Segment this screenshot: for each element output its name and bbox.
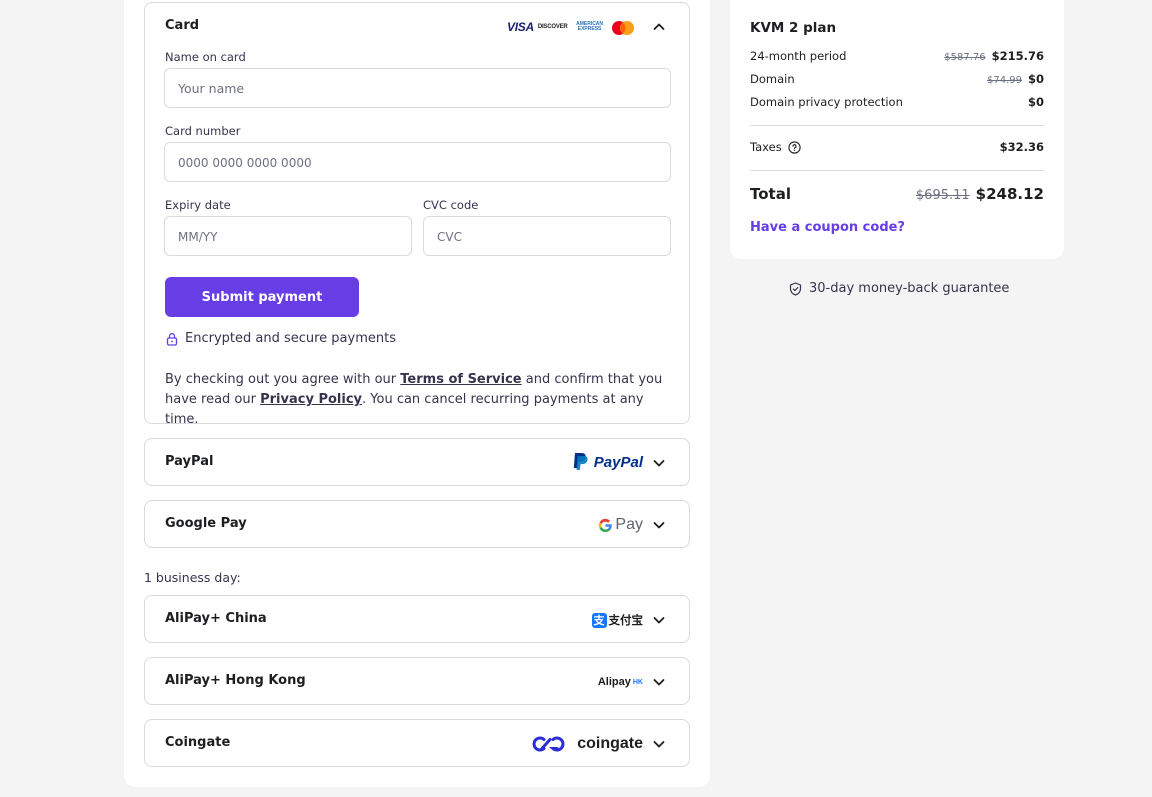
summary-row-domain: Domain $74.99 $0	[750, 72, 1044, 86]
alipay-hk-logo: Alipay HK	[598, 672, 643, 692]
card-payment-section: Card VISA DISCOVER AMERICAN EXPRESS Name…	[144, 2, 690, 427]
card-number-label: Card number	[165, 124, 241, 138]
help-circle-icon[interactable]	[788, 140, 801, 154]
current-price: $0	[1027, 72, 1044, 86]
card-title: Card	[165, 18, 200, 33]
name-on-card-label: Name on card	[165, 50, 246, 64]
total-price: $248.12	[975, 185, 1044, 203]
chevron-down-icon[interactable]	[651, 455, 667, 471]
secure-payments-note: Encrypted and secure payments	[165, 331, 396, 346]
order-summary-panel: KVM 2 plan 24-month period $587.76 $215.7…	[730, 0, 1064, 259]
alipay-china-method[interactable]: AliPay+ China 支 支付宝	[144, 595, 690, 643]
coingate-icon	[532, 736, 565, 752]
summary-row-privacy: Domain privacy protection $0	[750, 95, 1044, 109]
discover-logo: DISCOVER	[537, 24, 568, 30]
coingate-label: Coingate	[165, 735, 231, 750]
expiry-date-label: Expiry date	[165, 198, 231, 212]
summary-row-taxes: Taxes $32.36	[750, 140, 1044, 154]
summary-row-period: 24-month period $587.76 $215.76	[750, 49, 1044, 63]
google-g-icon	[599, 518, 613, 532]
google-pay-method[interactable]: Google Pay Pay	[144, 500, 690, 548]
google-pay-wordmark: Pay	[615, 516, 643, 533]
paypal-wordmark: PayPal	[593, 453, 643, 471]
alipay-hk-suffix: HK	[632, 678, 643, 686]
alipay-hk-label: AliPay+ Hong Kong	[165, 673, 306, 688]
chevron-down-icon[interactable]	[651, 612, 667, 628]
coingate-wordmark: coingate	[577, 735, 643, 752]
shield-check-icon	[789, 281, 802, 296]
taxes-label: Taxes	[750, 140, 782, 154]
alipay-icon: 支	[591, 612, 607, 628]
divider	[750, 125, 1044, 126]
chevron-down-icon[interactable]	[651, 736, 667, 752]
old-price: $74.99	[986, 75, 1022, 86]
summary-row-label: Domain	[750, 72, 795, 86]
summary-row-label: 24-month period	[750, 49, 847, 63]
submit-payment-button[interactable]: Submit payment	[165, 277, 359, 317]
cvc-code-input[interactable]	[423, 216, 671, 256]
chevron-down-icon[interactable]	[651, 674, 667, 690]
card-number-input[interactable]	[164, 142, 671, 182]
google-pay-logo: Pay	[598, 515, 643, 535]
terms-of-service-link[interactable]: Terms of Service	[400, 372, 521, 387]
taxes-value: $32.36	[999, 140, 1044, 154]
alipay-hk-method[interactable]: AliPay+ Hong Kong Alipay HK	[144, 657, 690, 705]
divider	[750, 170, 1044, 171]
business-day-label: 1 business day:	[144, 570, 241, 585]
old-price: $587.76	[944, 52, 986, 63]
alipay-china-label: AliPay+ China	[165, 611, 267, 626]
paypal-method[interactable]: PayPal PayPal	[144, 438, 690, 486]
mastercard-logo	[611, 20, 634, 35]
amex-logo: AMERICAN EXPRESS	[576, 20, 604, 32]
alipay-china-wordmark: 支付宝	[608, 613, 644, 627]
guarantee-text: 30-day money-back guarantee	[809, 281, 1010, 296]
plan-name: KVM 2 plan	[750, 20, 837, 36]
terms-notice: By checking out you agree with our Terms…	[165, 370, 675, 430]
lock-icon	[165, 332, 179, 346]
chevron-up-icon[interactable]	[651, 19, 667, 35]
paypal-logo: PayPal	[572, 452, 643, 472]
alipay-hk-wordmark: Alipay	[597, 676, 631, 688]
coingate-logo: coingate	[531, 734, 643, 754]
terms-text-1: By checking out you agree with our	[165, 372, 401, 387]
summary-total: Total $695.11 $248.12	[750, 185, 1044, 203]
google-pay-label: Google Pay	[165, 516, 247, 531]
paypal-p-icon	[573, 453, 588, 470]
summary-row-label: Domain privacy protection	[750, 95, 903, 109]
coingate-method[interactable]: Coingate coingate	[144, 719, 690, 767]
expiry-date-input[interactable]	[164, 216, 412, 256]
cvc-code-label: CVC code	[423, 198, 479, 212]
money-back-guarantee: 30-day money-back guarantee	[789, 281, 1009, 296]
secure-payments-text: Encrypted and secure payments	[185, 331, 396, 346]
current-price: $215.76	[991, 49, 1044, 63]
card-brand-logos: VISA DISCOVER AMERICAN EXPRESS	[507, 19, 634, 35]
current-price: $0	[1027, 95, 1044, 109]
chevron-down-icon[interactable]	[651, 517, 667, 533]
paypal-label: PayPal	[165, 454, 214, 469]
privacy-policy-link[interactable]: Privacy Policy	[260, 392, 362, 407]
coupon-link[interactable]: Have a coupon code?	[750, 220, 905, 235]
total-old-price: $695.11	[915, 188, 970, 203]
total-label: Total	[750, 185, 791, 203]
name-on-card-input[interactable]	[164, 68, 671, 108]
visa-logo: VISA	[507, 20, 534, 34]
alipay-china-logo: 支 支付宝	[591, 610, 644, 630]
